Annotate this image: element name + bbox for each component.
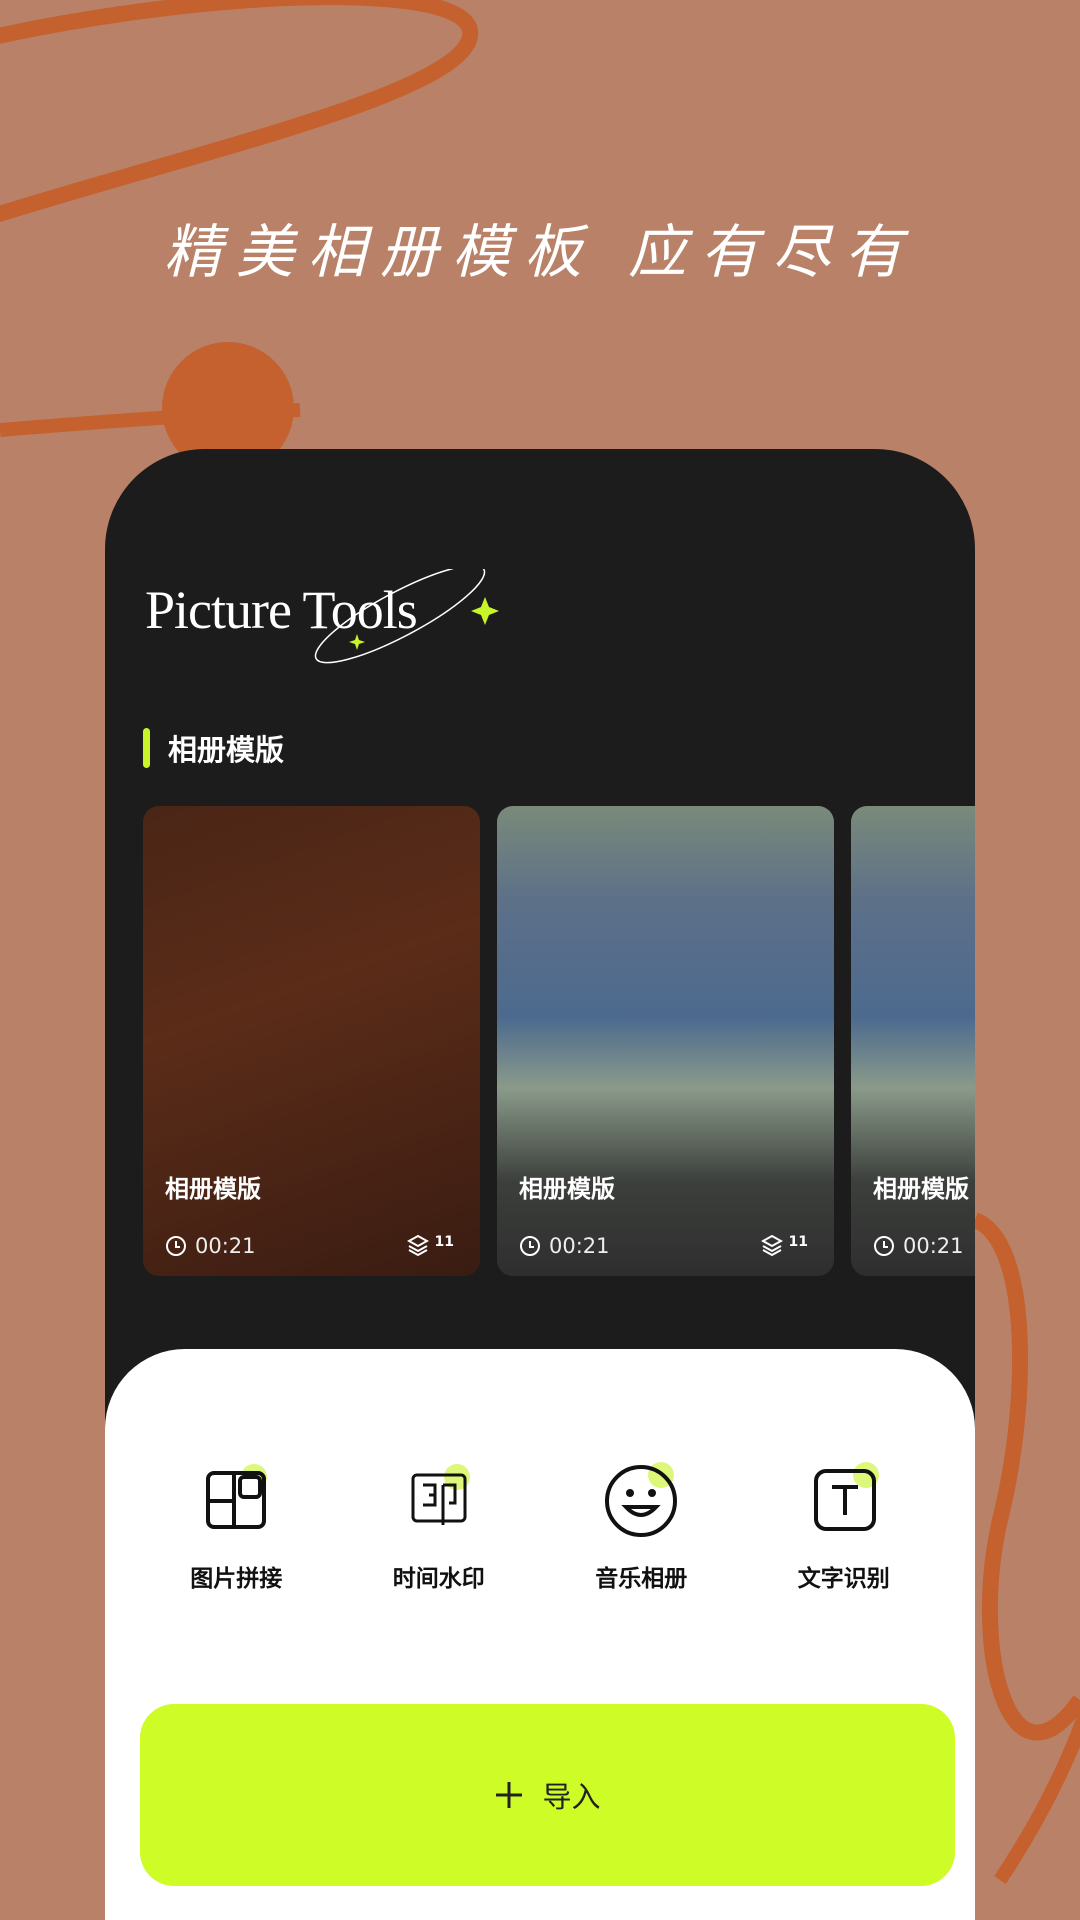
template-card[interactable]: 相册模版 00:21: [851, 806, 975, 1276]
template-card[interactable]: 相册模版 00:21 11: [497, 806, 834, 1276]
import-button[interactable]: 导入: [140, 1704, 955, 1886]
watermark-icon: [411, 1464, 470, 1525]
card-duration: 00:21: [873, 1234, 964, 1258]
clock-icon: [520, 1236, 540, 1256]
clock-icon: [874, 1236, 894, 1256]
collage-icon: [206, 1464, 268, 1529]
accent-bar: [143, 728, 150, 768]
tool-watermark[interactable]: 时间水印: [359, 1459, 519, 1593]
card-duration: 00:21: [165, 1234, 256, 1258]
smile-icon: [605, 1462, 678, 1537]
card-layers: 11: [760, 1234, 808, 1256]
tool-music-album[interactable]: 音乐相册: [561, 1459, 721, 1593]
template-card[interactable]: 相册模版 00:21 11: [143, 806, 480, 1276]
clock-icon: [166, 1236, 186, 1256]
card-title: 相册模版: [873, 1175, 969, 1203]
layers-icon: [406, 1234, 429, 1256]
tool-text-recognition[interactable]: 文字识别: [764, 1459, 924, 1593]
card-title: 相册模版: [519, 1175, 615, 1203]
plus-icon: [496, 1782, 523, 1808]
template-carousel[interactable]: 相册模版 00:21 11 相册模版 00:21 11 相册模版 00:21: [143, 806, 975, 1276]
card-layers: 11: [406, 1234, 454, 1256]
layers-icon: [760, 1234, 783, 1256]
app-screen: Picture Tools 相册模版 相册模版 00:21 11 相册模版 00…: [105, 449, 975, 1920]
text-icon: [813, 1462, 879, 1531]
logo-ornament: [314, 569, 499, 664]
tool-label: 图片拼接: [190, 1566, 283, 1592]
tool-label: 文字识别: [797, 1566, 890, 1592]
tool-label: 时间水印: [392, 1566, 485, 1592]
section-title: 相册模版: [168, 733, 285, 767]
tools-panel: 图片拼接 时间水印 音乐相册 文字识别 导入: [105, 1349, 975, 1920]
card-duration: 00:21: [519, 1234, 610, 1258]
section-header: 相册模版: [143, 727, 284, 769]
import-label: 导入: [542, 1780, 601, 1814]
headline: 精美相册模板 应有尽有: [163, 218, 917, 286]
tool-collage[interactable]: 图片拼接: [156, 1459, 316, 1593]
tool-label: 音乐相册: [595, 1566, 688, 1592]
card-title: 相册模版: [165, 1175, 261, 1203]
